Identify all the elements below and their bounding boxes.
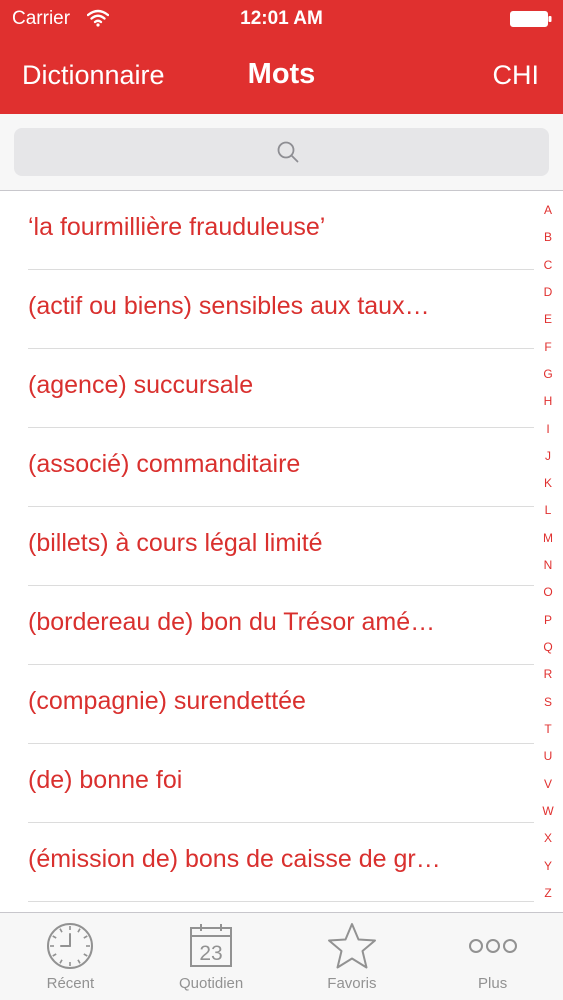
- list-item[interactable]: (compagnie) surendettée: [0, 665, 536, 744]
- search-input[interactable]: [54, 128, 534, 176]
- list-item-text: (de) bonne foi: [28, 766, 183, 794]
- list-item[interactable]: ‘la fourmillière frauduleuse’: [0, 191, 536, 270]
- star-icon: [327, 923, 376, 969]
- language-button[interactable]: CHI: [493, 60, 540, 91]
- list-item-text: (associé) commanditaire: [28, 450, 301, 478]
- index-letter[interactable]: V: [544, 774, 552, 801]
- index-letter[interactable]: H: [544, 391, 553, 418]
- tab-label: Plus: [478, 975, 508, 992]
- list-item[interactable]: (agence) succursale: [0, 349, 536, 428]
- index-letter[interactable]: N: [544, 555, 553, 582]
- list-item[interactable]: (billets) à cours légal limité: [0, 507, 536, 586]
- list-item[interactable]: (de) bonne foi: [0, 744, 536, 823]
- calendar-icon: 23: [190, 924, 233, 967]
- index-letter[interactable]: K: [544, 473, 552, 500]
- index-letter[interactable]: T: [544, 719, 551, 746]
- index-letter[interactable]: Q: [543, 637, 552, 664]
- nav-bar: Dictionnaire Mots CHI: [0, 38, 563, 114]
- tab-recent[interactable]: Récent: [0, 913, 141, 1000]
- status-bar: Carrier 12:01 AM: [0, 0, 563, 38]
- index-letter[interactable]: F: [544, 337, 551, 364]
- dictionary-back-button[interactable]: Dictionnaire: [22, 60, 165, 91]
- calendar-day: 23: [199, 942, 222, 965]
- index-letter[interactable]: I: [546, 419, 549, 446]
- search-bar: [0, 114, 563, 191]
- index-letter[interactable]: D: [544, 282, 553, 309]
- index-letter[interactable]: A: [544, 200, 552, 227]
- index-letter[interactable]: C: [544, 255, 553, 282]
- index-letter[interactable]: L: [545, 500, 552, 527]
- separator: [28, 901, 534, 902]
- index-letter[interactable]: G: [543, 364, 552, 391]
- tab-bar: Récent 23 Quotidien Favoris Plus: [0, 912, 563, 1000]
- index-letter[interactable]: Z: [544, 883, 551, 910]
- clock-icon: [47, 923, 94, 969]
- list-item[interactable]: (émission de) bons de caisse de gr…: [0, 823, 536, 902]
- alphabet-index[interactable]: ABCDEFGHIJKLMNOPQRSTUVWXYZ: [536, 200, 560, 910]
- tab-label: Quotidien: [179, 975, 244, 992]
- list-item-text: (billets) à cours légal limité: [28, 529, 323, 557]
- index-letter[interactable]: U: [544, 746, 553, 773]
- more-icon: [468, 939, 517, 953]
- search-field[interactable]: [14, 128, 549, 176]
- tab-label: Récent: [46, 975, 95, 992]
- header: Carrier 12:01 AM Dictionnaire Mots CHI: [0, 0, 563, 114]
- index-letter[interactable]: J: [545, 446, 551, 473]
- tab-daily[interactable]: 23 Quotidien: [141, 913, 282, 1000]
- word-list: ‘la fourmillière frauduleuse’ (actif ou …: [0, 191, 536, 912]
- battery-icon: [510, 11, 552, 27]
- index-letter[interactable]: X: [544, 828, 552, 855]
- tab-favorites[interactable]: Favoris: [282, 913, 423, 1000]
- index-letter[interactable]: O: [543, 582, 552, 609]
- list-item-text: (compagnie) surendettée: [28, 687, 306, 715]
- tab-more[interactable]: Plus: [422, 913, 563, 1000]
- index-letter[interactable]: W: [542, 801, 553, 828]
- index-letter[interactable]: R: [544, 664, 553, 691]
- index-letter[interactable]: B: [544, 227, 552, 254]
- list-item-text: (actif ou biens) sensibles aux taux…: [28, 292, 430, 320]
- index-letter[interactable]: P: [544, 610, 552, 637]
- index-letter[interactable]: Y: [544, 856, 552, 883]
- list-item[interactable]: (bordereau de) bon du Trésor amé…: [0, 586, 536, 665]
- index-letter[interactable]: S: [544, 692, 552, 719]
- list-item-text: (bordereau de) bon du Trésor amé…: [28, 608, 436, 636]
- list-item[interactable]: (actif ou biens) sensibles aux taux…: [0, 270, 536, 349]
- list-item-text: ‘la fourmillière frauduleuse’: [28, 213, 326, 241]
- list-item-text: (émission de) bons de caisse de gr…: [28, 845, 441, 873]
- index-letter[interactable]: M: [543, 528, 553, 555]
- list-item-text: (agence) succursale: [28, 371, 254, 399]
- tab-label: Favoris: [327, 975, 377, 992]
- clock: 12:01 AM: [240, 8, 323, 29]
- screen: Carrier 12:01 AM Dictionnaire Mots CHI ‘…: [0, 0, 563, 1000]
- list-item[interactable]: (associé) commanditaire: [0, 428, 536, 507]
- index-letter[interactable]: E: [544, 309, 552, 336]
